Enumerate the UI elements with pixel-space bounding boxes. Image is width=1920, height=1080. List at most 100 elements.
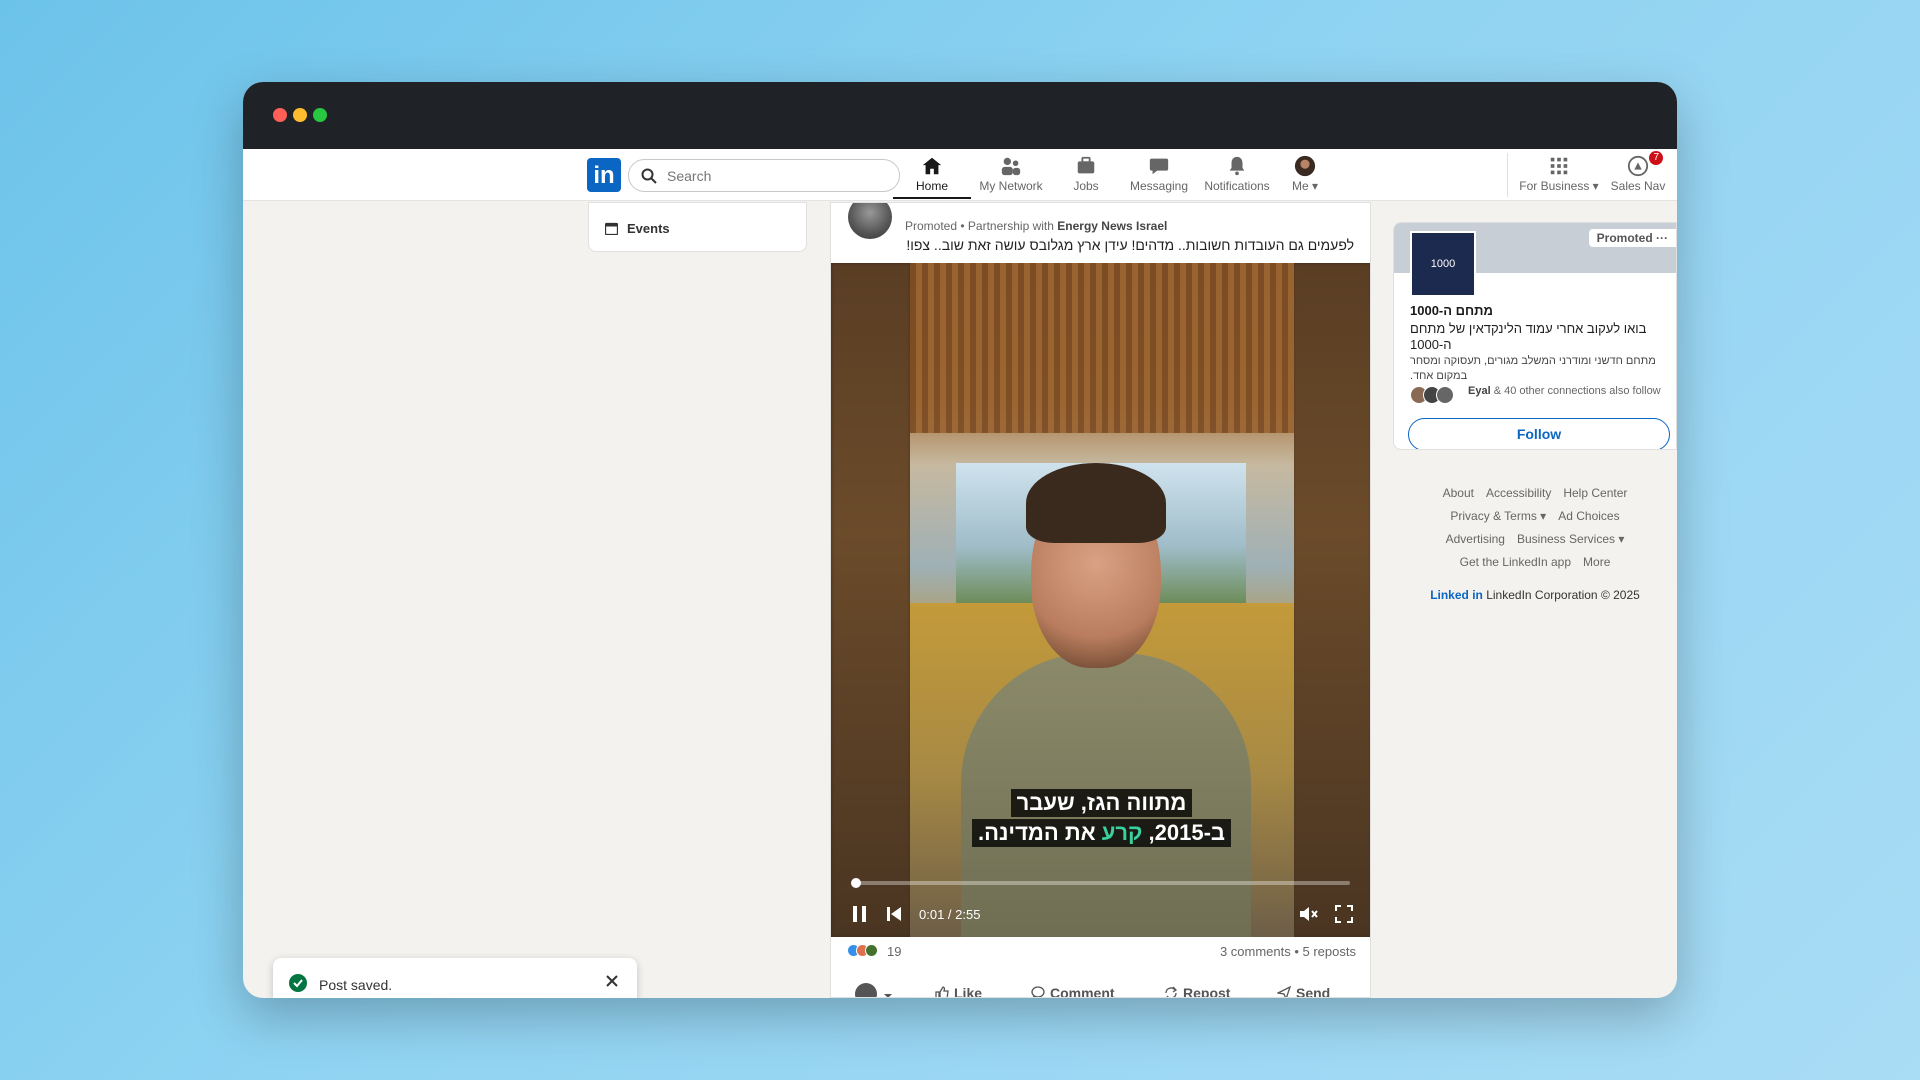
caption-part-a: ב-2015, bbox=[1142, 820, 1226, 845]
sidebar-item-events[interactable]: Events bbox=[627, 221, 670, 236]
nav-me-label: Me ▾ bbox=[1291, 179, 1319, 193]
partner-name[interactable]: Energy News Israel bbox=[1057, 219, 1167, 233]
connections-rest: & 40 other connections also follow bbox=[1490, 385, 1661, 397]
search-box[interactable] bbox=[628, 159, 900, 192]
send-icon bbox=[1277, 986, 1291, 997]
nav-notifications-label: Notifications bbox=[1204, 179, 1270, 193]
footer-link-about[interactable]: About bbox=[1443, 486, 1474, 500]
nav-my-network[interactable]: My Network bbox=[971, 153, 1051, 199]
connection-avatars bbox=[1410, 386, 1454, 409]
search-input[interactable] bbox=[667, 166, 887, 186]
footer-link-ad-choices[interactable]: Ad Choices bbox=[1558, 509, 1619, 523]
toast-message: Post saved. bbox=[319, 977, 393, 993]
messaging-icon bbox=[1149, 158, 1169, 175]
nav-for-business-label: For Business ▾ bbox=[1519, 179, 1599, 193]
nav-jobs-label: Jobs bbox=[1073, 179, 1099, 193]
company-name[interactable]: מתחם ה-1000 bbox=[1410, 303, 1493, 318]
actor-avatar-switcher[interactable] bbox=[855, 983, 877, 997]
like-button[interactable]: Like bbox=[935, 985, 983, 998]
close-icon[interactable] bbox=[605, 974, 619, 988]
mute-icon[interactable] bbox=[1297, 903, 1319, 925]
nav-messaging-label: Messaging bbox=[1129, 179, 1189, 193]
home-icon bbox=[922, 157, 942, 175]
company-logo[interactable]: 1000 bbox=[1410, 231, 1476, 297]
video-player[interactable]: מתווה הגז, שעבר ב-2015, קרע את המדינה. 0… bbox=[831, 263, 1370, 937]
footer-link-accessibility[interactable]: Accessibility bbox=[1486, 486, 1551, 500]
copyright-text: LinkedIn Corporation © 2025 bbox=[1486, 588, 1640, 602]
network-icon bbox=[1001, 157, 1021, 176]
caption-part-b: את המדינה. bbox=[977, 820, 1102, 845]
nav-notifications[interactable]: Notifications bbox=[1197, 153, 1277, 199]
comment-button[interactable]: Comment bbox=[1031, 985, 1115, 998]
footer-links: About Accessibility Help Center Privacy & … bbox=[1393, 482, 1677, 574]
skip-back-icon[interactable] bbox=[883, 903, 905, 925]
ad-description: מתחם חדשני ומודרני המשלב מגורים, תעסוקה … bbox=[1410, 355, 1656, 382]
footer-link-help-center[interactable]: Help Center bbox=[1563, 486, 1627, 500]
nav-for-business[interactable]: For Business ▾ bbox=[1513, 153, 1605, 199]
nav-sales-nav[interactable]: 7 Sales Nav bbox=[1605, 151, 1671, 199]
ad-headline: בואו לעקוב אחרי עמוד הלינקדאין של מתחם ה… bbox=[1410, 321, 1647, 352]
video-caption-line-1: מתווה הגז, שעבר bbox=[831, 789, 1370, 817]
linkedin-logo[interactable]: in bbox=[587, 158, 621, 192]
nav-divider bbox=[1507, 153, 1508, 197]
reaction-count[interactable]: 19 bbox=[887, 944, 901, 959]
minimize-window-button[interactable] bbox=[293, 108, 307, 122]
post-text: לפעמים גם העובדות חשובות.. מדהים! עידן א… bbox=[906, 237, 1354, 253]
connection-name: Eyal bbox=[1468, 385, 1491, 397]
social-counts: 19 3 comments • 5 reposts bbox=[831, 941, 1370, 961]
sponsored-ad-card: 1000 Promoted ··· מתחם ה-1000 בואו לעקוב… bbox=[1393, 222, 1677, 450]
nav-messaging[interactable]: Messaging bbox=[1121, 153, 1197, 199]
top-navbar: in Home My Network Jobs Messaging Notifi… bbox=[243, 149, 1677, 201]
comment-icon bbox=[1031, 986, 1045, 997]
chevron-down-icon[interactable] bbox=[883, 991, 893, 998]
nav-home[interactable]: Home bbox=[893, 153, 971, 199]
fullscreen-icon[interactable] bbox=[1333, 903, 1355, 925]
footer-brand: Linked in LinkedIn Corporation © 2025 bbox=[1393, 588, 1677, 602]
feed-post: Promoted • Partnership with Energy News … bbox=[830, 202, 1371, 998]
send-button[interactable]: Send bbox=[1277, 985, 1331, 998]
post-actions: Like Comment Repost Send bbox=[831, 973, 1370, 998]
check-circle-icon bbox=[289, 974, 307, 992]
send-label: Send bbox=[1296, 985, 1331, 998]
connection-avatar bbox=[1436, 386, 1454, 404]
nav-me[interactable]: Me ▾ bbox=[1277, 153, 1333, 199]
footer-link-privacy-terms[interactable]: Privacy & Terms ▾ bbox=[1450, 509, 1546, 523]
close-window-button[interactable] bbox=[273, 108, 287, 122]
footer-link-get-app[interactable]: Get the LinkedIn app bbox=[1460, 555, 1571, 569]
maximize-window-button[interactable] bbox=[313, 108, 327, 122]
linkedin-footer-logo: Linked in bbox=[1430, 588, 1483, 602]
follow-button[interactable]: Follow bbox=[1408, 418, 1670, 449]
comment-label: Comment bbox=[1050, 985, 1115, 998]
promoted-partnership-label: Promoted • Partnership with Energy News … bbox=[905, 219, 1167, 233]
caption-highlight: קרע bbox=[1101, 820, 1143, 845]
avatar bbox=[1294, 155, 1316, 177]
comments-reposts-count[interactable]: 3 comments • 5 reposts bbox=[1220, 944, 1356, 959]
pause-icon[interactable] bbox=[849, 903, 871, 925]
author-avatar[interactable] bbox=[848, 203, 892, 239]
calendar-icon bbox=[605, 222, 618, 235]
video-progress-knob[interactable] bbox=[851, 878, 861, 888]
repost-button[interactable]: Repost bbox=[1164, 985, 1230, 997]
grid-icon bbox=[1550, 157, 1568, 175]
title-bar bbox=[243, 82, 1677, 149]
nav-jobs[interactable]: Jobs bbox=[1051, 153, 1121, 199]
bell-icon bbox=[1229, 156, 1245, 176]
jobs-icon bbox=[1077, 156, 1095, 174]
sidebar-events-card[interactable]: Events bbox=[588, 202, 807, 252]
footer-link-more[interactable]: More bbox=[1583, 555, 1610, 569]
support-reaction-icon bbox=[865, 944, 878, 957]
reaction-icons[interactable] bbox=[847, 944, 878, 960]
sales-nav-icon bbox=[1627, 155, 1649, 177]
post-saved-toast: Post saved. bbox=[273, 958, 637, 998]
video-time: 0:01 / 2:55 bbox=[919, 907, 981, 922]
repost-icon bbox=[1165, 986, 1178, 997]
footer-link-advertising[interactable]: Advertising bbox=[1446, 532, 1505, 546]
like-label: Like bbox=[954, 985, 983, 998]
promoted-prefix: Promoted • Partnership with bbox=[905, 219, 1058, 233]
connections-follow-text: Eyal & 40 other connections also follow bbox=[1468, 384, 1668, 398]
ad-promoted-label[interactable]: Promoted ··· bbox=[1588, 229, 1676, 247]
caption-text-2: ב-2015, קרע את המדינה. bbox=[971, 819, 1232, 847]
footer-link-business-services[interactable]: Business Services ▾ bbox=[1517, 532, 1624, 546]
video-caption-line-2: ב-2015, קרע את המדינה. bbox=[831, 819, 1370, 847]
video-progress-bar[interactable] bbox=[851, 878, 1350, 888]
